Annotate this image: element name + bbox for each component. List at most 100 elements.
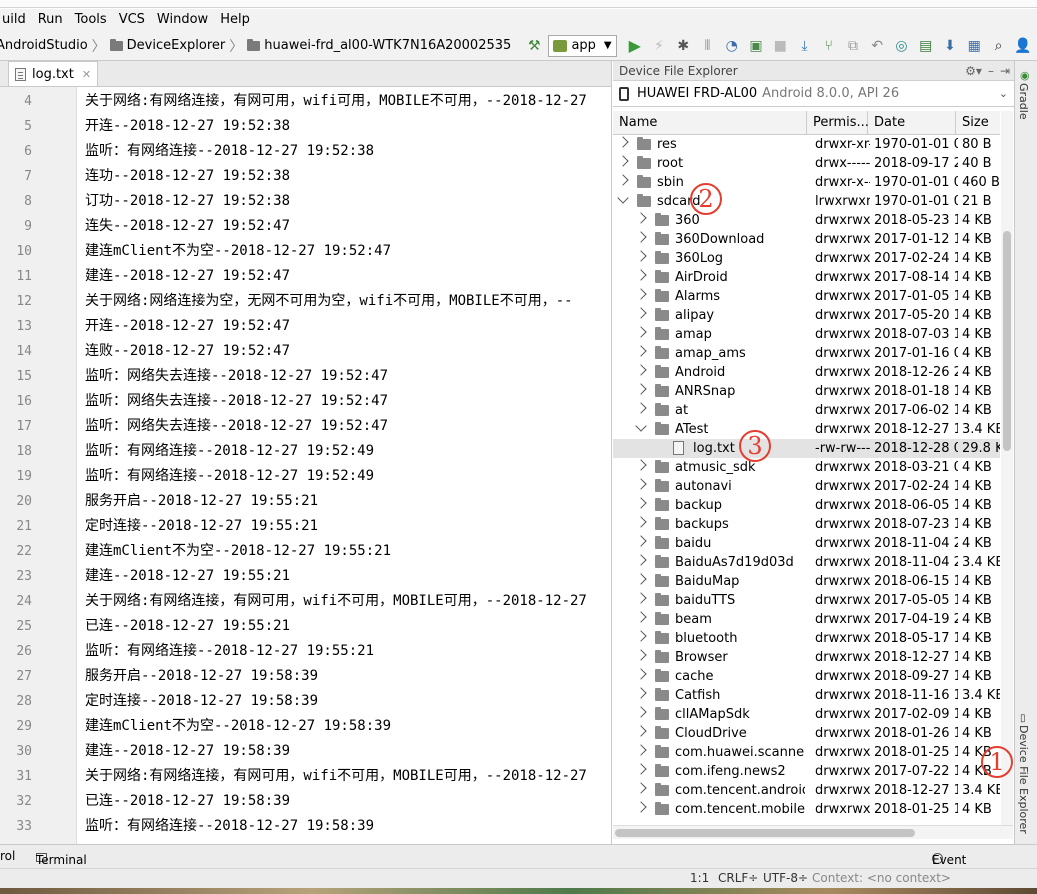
file-row-anrsnap[interactable]: ANRSnap drwxrwx- 2018-01-18 16 4 KB [613, 382, 1000, 401]
minimize-icon[interactable]: – [988, 64, 994, 78]
chevron-down-icon[interactable] [635, 420, 647, 432]
file-row-360download[interactable]: 360Download drwxrwx- 2017-01-12 17 4 KB [613, 230, 1000, 249]
debug-icon[interactable]: ✱ [673, 35, 693, 57]
line-separator[interactable]: CRLF÷ [718, 871, 758, 885]
column-header-size[interactable]: Size [956, 111, 1000, 135]
column-header-name[interactable]: Name [613, 111, 807, 135]
chevron-right-icon[interactable] [617, 136, 629, 148]
chevron-right-icon[interactable] [635, 744, 647, 756]
menu-window[interactable]: Window [151, 9, 214, 31]
branch-icon[interactable]: ⑂ [819, 35, 839, 57]
chevron-right-icon[interactable] [635, 725, 647, 737]
chevron-right-icon[interactable] [635, 269, 647, 281]
gradle-tab[interactable]: Gradle [1017, 83, 1030, 120]
chevron-right-icon[interactable] [635, 231, 647, 243]
file-row-clouddrive[interactable]: CloudDrive drwxrwx- 2018-01-26 18 4 KB [613, 724, 1000, 743]
sync-gradle-icon[interactable]: ⤓ [794, 35, 814, 57]
file-row-android[interactable]: Android drwxrwx- 2018-12-26 20 4 KB [613, 363, 1000, 382]
file-row-at[interactable]: at drwxrwx- 2017-06-02 10 4 KB [613, 401, 1000, 420]
menu-vcs[interactable]: VCS [113, 9, 151, 31]
file-row-amap-ams[interactable]: amap_ams drwxrwx- 2017-01-16 09 4 KB [613, 344, 1000, 363]
chevron-right-icon[interactable] [635, 345, 647, 357]
file-row-com-tencent-mobileqq[interactable]: com.tencent.mobileqq drwxrwx- 2018-01-25 1… [613, 800, 1000, 819]
file-row-amap[interactable]: amap drwxrwx- 2018-07-03 15 4 KB [613, 325, 1000, 344]
menu-run[interactable]: Run [32, 9, 69, 31]
chevron-right-icon[interactable] [635, 478, 647, 490]
file-row-beam[interactable]: beam drwxrwx- 2017-04-19 20 4 KB [613, 610, 1000, 629]
file-row-sbin[interactable]: sbin drwxr-x-- 1970-01-01 08 460 B [613, 173, 1000, 192]
chevron-right-icon[interactable] [635, 782, 647, 794]
file-row-browser[interactable]: Browser drwxrwx- 2018-12-27 19 4 KB [613, 648, 1000, 667]
chevron-right-icon[interactable] [635, 383, 647, 395]
project-structure-icon[interactable]: ▦ [964, 35, 984, 57]
chevron-right-icon[interactable] [635, 611, 647, 623]
tool-tab-cut[interactable]: rol [0, 849, 15, 863]
file-row-360[interactable]: 360 drwxrwx- 2018-05-23 16 4 KB [613, 211, 1000, 230]
chevron-right-icon[interactable] [635, 307, 647, 319]
chevron-right-icon[interactable] [635, 649, 647, 661]
device-select[interactable]: HUAWEI FRD-AL00 Android 8.0.0, API 26 ⌄ [613, 81, 1014, 107]
file-row-com-tencent-android-qq[interactable]: com.tencent.android.qq drwxrwx- 2018-12-27… [613, 781, 1000, 800]
chevron-right-icon[interactable] [635, 592, 647, 604]
file-row-baidutts[interactable]: baiduTTS drwxrwx- 2017-05-05 15 4 KB [613, 591, 1000, 610]
run-icon[interactable]: ▶ [625, 35, 645, 57]
file-row-log-txt[interactable]: log.txt -rw-rw--- 2018-12-28 09 29.8 KB [613, 439, 1000, 458]
file-row-com-huawei-scanner[interactable]: com.huawei.scannerdrwxrwx-2018-01-25 154… [613, 743, 1000, 762]
breadcrumb-project[interactable]: AndroidStudio [0, 38, 88, 53]
editor-tab-log-txt[interactable]: log.txt ✕ [8, 61, 99, 86]
apply-changes-icon[interactable]: ⚡ [649, 35, 669, 57]
gear-icon[interactable]: ⚙▾ [965, 64, 982, 78]
chevron-down-icon[interactable] [617, 192, 629, 204]
chevron-right-icon[interactable] [635, 212, 647, 224]
run-config-select[interactable]: app ▼ [548, 34, 617, 57]
file-row-backup[interactable]: backup drwxrwx- 2018-06-05 10 4 KB [613, 496, 1000, 515]
chevron-right-icon[interactable] [635, 763, 647, 775]
file-row-catfish[interactable]: Catfish drwxrwx- 2018-11-16 11 3.4 KB [613, 686, 1000, 705]
stop-icon[interactable]: ■ [770, 35, 790, 57]
sdk-manager-icon[interactable]: ◎ [891, 35, 911, 57]
file-row-cache[interactable]: cache drwxrwx- 2018-09-27 17 4 KB [613, 667, 1000, 686]
close-icon[interactable]: ✕ [82, 68, 91, 81]
chevron-right-icon[interactable] [635, 554, 647, 566]
undo-icon[interactable]: ↶ [867, 35, 887, 57]
file-row-com-ifeng-news2[interactable]: com.ifeng.news2drwxrwx-2017-07-22 164 KB [613, 762, 1000, 781]
chevron-right-icon[interactable] [635, 326, 647, 338]
file-row-res[interactable]: res drwxr-xr- 1970-01-01 08 80 B [613, 135, 1000, 154]
chevron-right-icon[interactable] [635, 801, 647, 813]
file-row-cllamapsdk[interactable]: cllAMapSdk drwxrwx- 2017-02-09 15 4 KB [613, 705, 1000, 724]
chevron-right-icon[interactable] [635, 516, 647, 528]
chevron-right-icon[interactable] [617, 155, 629, 167]
scrollbar-thumb[interactable] [1003, 231, 1011, 451]
breadcrumb-module[interactable]: DeviceExplorer [127, 38, 226, 53]
file-row-root[interactable]: root drwx----- 2018-09-17 22 40 B [613, 154, 1000, 173]
breadcrumb-device-folder[interactable]: huawei-frd_al00-WTK7N16A20002535 [264, 38, 511, 53]
search-icon[interactable]: ⌕ [988, 35, 1008, 57]
file-row-backups[interactable]: backups drwxrwx- 2018-07-23 13 4 KB [613, 515, 1000, 534]
chevron-right-icon[interactable] [635, 402, 647, 414]
avd-manager-icon[interactable]: ⧉ [843, 35, 863, 57]
file-row-baidumap[interactable]: BaiduMap drwxrwx- 2018-06-15 14 4 KB [613, 572, 1000, 591]
file-row-sdcard[interactable]: sdcardlrwxrwxrw1970-01-01 0821 B [613, 192, 1000, 211]
scrollbar-thumb[interactable] [615, 829, 915, 837]
chevron-right-icon[interactable] [635, 250, 647, 262]
file-row-atmusic-sdk[interactable]: atmusic_sdk drwxrwx- 2018-03-21 09 4 KB [613, 458, 1000, 477]
chevron-right-icon[interactable] [635, 573, 647, 585]
attach-debugger-icon[interactable]: ⫴ [697, 35, 717, 57]
file-row-atest[interactable]: ATest drwxrwx- 2018-12-27 19 3.4 KB [613, 420, 1000, 439]
vertical-scrollbar[interactable] [1001, 111, 1013, 825]
chevron-right-icon[interactable] [635, 687, 647, 699]
chevron-right-icon[interactable] [635, 630, 647, 642]
download-icon[interactable]: ⬇ [940, 35, 960, 57]
menu-build[interactable]: uild [0, 9, 32, 31]
menu-help[interactable]: Help [214, 9, 256, 31]
file-encoding[interactable]: UTF-8÷ [763, 871, 808, 885]
chevron-right-icon[interactable] [635, 288, 647, 300]
layout-inspector-icon[interactable]: ▤ [916, 35, 936, 57]
chevron-right-icon[interactable] [635, 706, 647, 718]
chevron-right-icon[interactable] [635, 668, 647, 680]
chevron-right-icon[interactable] [635, 459, 647, 471]
column-header-date[interactable]: Date [868, 111, 956, 135]
chevron-right-icon[interactable] [617, 174, 629, 186]
file-row-airdroid[interactable]: AirDroid drwxrwx- 2017-08-14 11 4 KB [613, 268, 1000, 287]
file-row-bluetooth[interactable]: bluetooth drwxrwx- 2018-05-17 18 4 KB [613, 629, 1000, 648]
